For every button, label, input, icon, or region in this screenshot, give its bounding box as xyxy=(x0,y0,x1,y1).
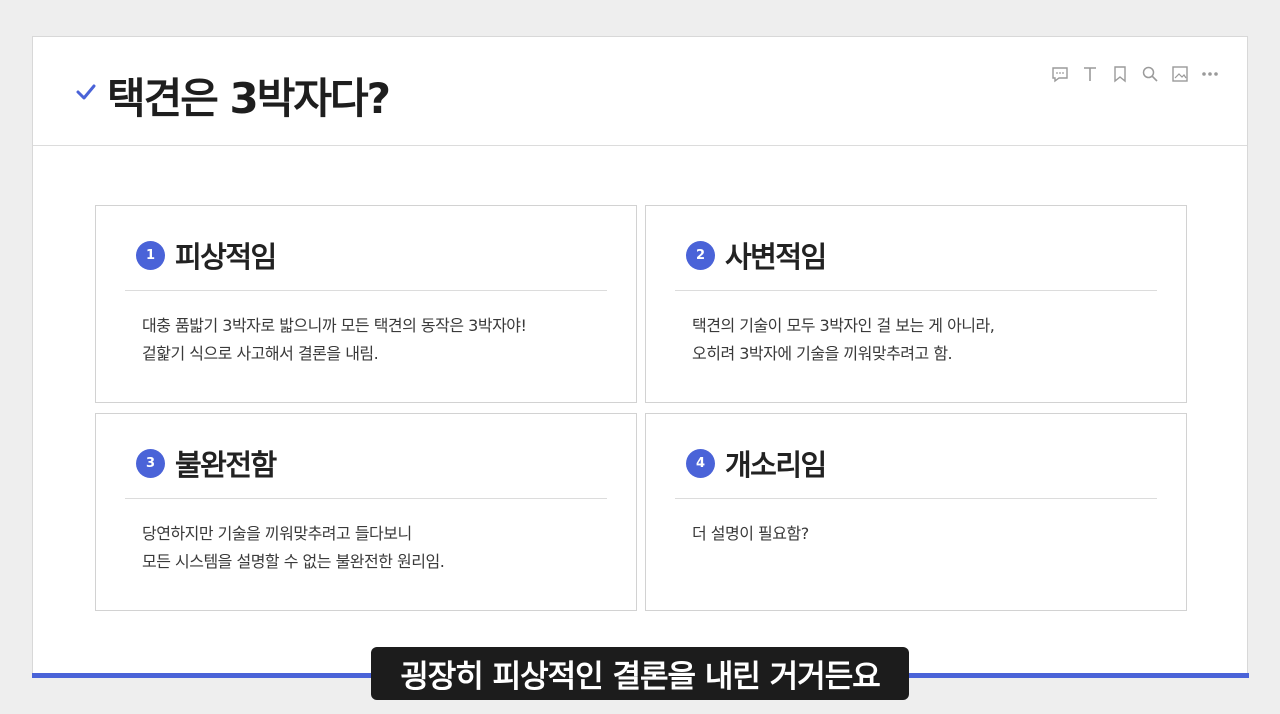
more-icon[interactable] xyxy=(1199,63,1221,85)
slide-toolbar xyxy=(1049,63,1221,85)
card-divider xyxy=(125,290,607,291)
card-line: 모든 시스템을 설명할 수 없는 불완전한 원리임. xyxy=(142,552,445,571)
slide-title: 택견은 3박자다? xyxy=(107,74,391,123)
card-shallow: 1 피상적임 대충 품밟기 3박자로 밟으니까 모든 택견의 동작은 3박자야!… xyxy=(95,205,637,403)
card-line: 더 설명이 필요함? xyxy=(692,524,809,543)
card-incomplete: 3 불완전함 당연하지만 기술을 끼워맞추려고 들다보니 모든 시스템을 설명할… xyxy=(95,413,637,611)
card-header: 4 개소리임 xyxy=(686,442,827,484)
number-badge: 1 xyxy=(136,240,165,270)
comment-icon[interactable] xyxy=(1049,63,1071,85)
card-line: 택견의 기술이 모두 3박자인 걸 보는 게 아니라, xyxy=(692,316,995,335)
card-divider xyxy=(125,498,607,499)
text-icon[interactable] xyxy=(1079,63,1101,85)
slide: 택견은 3박자다? 1 피상적임 대충 품밟기 3박자로 밟으니까 모든 택견의… xyxy=(32,36,1248,674)
card-header: 3 불완전함 xyxy=(136,442,277,484)
card-title: 피상적임 xyxy=(175,240,277,274)
card-nonsense: 4 개소리임 더 설명이 필요함? xyxy=(645,413,1187,611)
card-description: 당연하지만 기술을 끼워맞추려고 들다보니 모든 시스템을 설명할 수 없는 불… xyxy=(142,520,445,576)
card-title: 사변적임 xyxy=(725,240,827,274)
card-divider xyxy=(675,290,1157,291)
card-description: 택견의 기술이 모두 3박자인 걸 보는 게 아니라, 오히려 3박자에 기술을… xyxy=(692,312,995,368)
card-header: 2 사변적임 xyxy=(686,234,827,276)
card-line: 당연하지만 기술을 끼워맞추려고 들다보니 xyxy=(142,524,412,543)
card-description: 대충 품밟기 3박자로 밟으니까 모든 택견의 동작은 3박자야! 겉핥기 식으… xyxy=(142,312,527,368)
card-description: 더 설명이 필요함? xyxy=(692,520,809,548)
slide-header: 택견은 3박자다? xyxy=(33,37,1247,146)
card-title: 불완전함 xyxy=(175,448,277,482)
card-header: 1 피상적임 xyxy=(136,234,277,276)
card-divider xyxy=(675,498,1157,499)
card-line: 대충 품밟기 3박자로 밟으니까 모든 택견의 동작은 3박자야! xyxy=(142,316,527,335)
image-icon[interactable] xyxy=(1169,63,1191,85)
card-speculative: 2 사변적임 택견의 기술이 모두 3박자인 걸 보는 게 아니라, 오히려 3… xyxy=(645,205,1187,403)
bookmark-icon[interactable] xyxy=(1109,63,1131,85)
card-title: 개소리임 xyxy=(725,448,827,482)
card-line: 오히려 3박자에 기술을 끼워맞추려고 함. xyxy=(692,344,953,363)
video-subtitle: 굉장히 피상적인 결론을 내린 거거든요 xyxy=(371,647,909,700)
search-icon[interactable] xyxy=(1139,63,1161,85)
number-badge: 4 xyxy=(686,448,715,478)
number-badge: 3 xyxy=(136,448,165,478)
checkmark-icon xyxy=(76,84,96,100)
number-badge: 2 xyxy=(686,240,715,270)
card-line: 겉핥기 식으로 사고해서 결론을 내림. xyxy=(142,344,379,363)
